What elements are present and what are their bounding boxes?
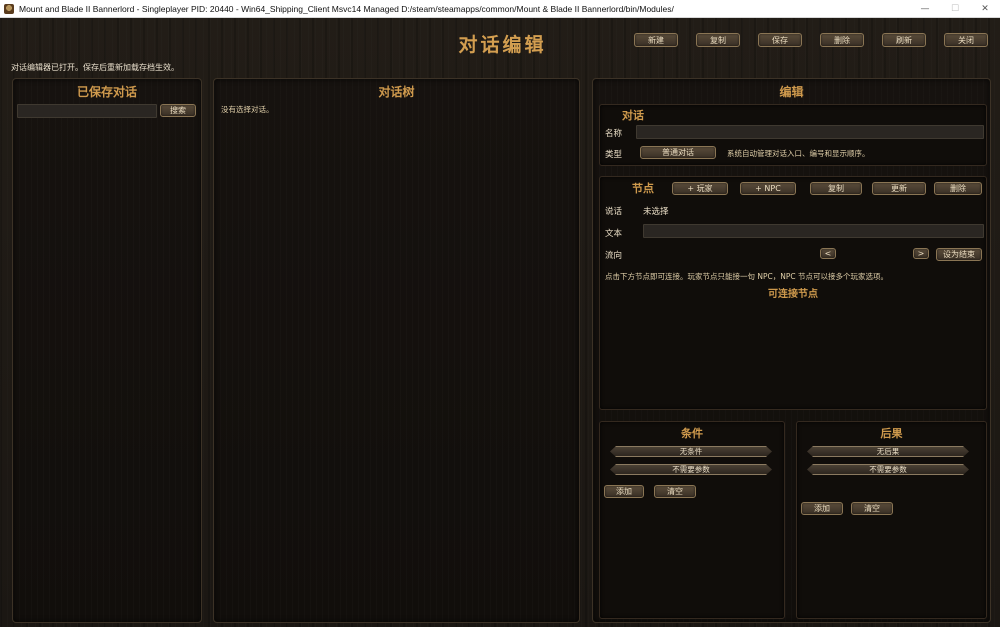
flow-prev-button[interactable]: < [820, 248, 836, 259]
consequence-param-select[interactable]: 不需要参数 [807, 464, 969, 475]
app-icon [4, 3, 14, 14]
add-player-button[interactable]: + 玩家 [672, 182, 728, 195]
dialogue-tree-panel: 对话树 没有选择对话。 [213, 78, 580, 623]
new-button[interactable]: 新建 [634, 33, 678, 47]
set-end-button[interactable]: 设为结束 [936, 248, 982, 261]
speaker-value: 未选择 [643, 207, 669, 217]
connectable-nodes-title: 可连接节点 [768, 289, 818, 300]
speaker-label: 说话 [605, 207, 623, 217]
flow-label: 流向 [605, 251, 623, 261]
page-title: 对话编辑 [458, 34, 547, 56]
add-consequence-button[interactable]: 添加 [801, 502, 843, 515]
consequences-section: 后果 无后果 不需要参数 添加 清空 [796, 421, 987, 619]
delete-node-button[interactable]: 删除 [934, 182, 982, 195]
search-button[interactable]: 搜索 [160, 104, 196, 117]
close-window-icon[interactable]: ✕ [970, 0, 1000, 18]
close-button[interactable]: 关闭 [944, 33, 988, 47]
copy-button[interactable]: 复制 [696, 33, 740, 47]
node-help-text: 点击下方节点即可连接。玩家节点只能接一句 NPC，NPC 节点可以接多个玩家选项… [605, 272, 889, 281]
name-label: 名称 [605, 129, 623, 139]
saved-dialogues-heading: 已保存对话 [76, 85, 137, 99]
delete-button[interactable]: 删除 [820, 33, 864, 47]
saved-dialogues-panel: 已保存对话 搜索 [12, 78, 202, 623]
window-title: Mount and Blade II Bannerlord - Singlepl… [19, 3, 674, 14]
text-input[interactable] [643, 224, 984, 238]
minimize-icon[interactable]: — [910, 0, 940, 18]
text-label: 文本 [605, 229, 623, 239]
type-hint: 系统自动管理对话入口、编号和显示顺序。 [727, 149, 870, 158]
save-button[interactable]: 保存 [758, 33, 802, 47]
condition-select[interactable]: 无条件 [610, 446, 772, 457]
clear-consequences-button[interactable]: 清空 [851, 502, 893, 515]
condition-param-select[interactable]: 不需要参数 [610, 464, 772, 475]
consequences-title: 后果 [880, 427, 903, 440]
copy-node-button[interactable]: 复制 [810, 182, 862, 195]
conditions-section: 条件 无条件 不需要参数 添加 清空 [599, 421, 785, 619]
node-section-title: 节点 [632, 182, 654, 195]
node-section: 节点 + 玩家 + NPC 复制 更新 删除 说话 未选择 文本 流向 < > … [599, 176, 987, 410]
type-select[interactable]: 普通对话 [640, 146, 716, 159]
flow-next-button[interactable]: > [913, 248, 929, 259]
add-condition-button[interactable]: 添加 [604, 485, 644, 498]
consequence-select[interactable]: 无后果 [807, 446, 969, 457]
window-controls: — ☐ ✕ [910, 0, 1000, 18]
dialogue-tree-heading: 对话树 [378, 85, 415, 99]
clear-conditions-button[interactable]: 清空 [654, 485, 696, 498]
type-label: 类型 [605, 150, 623, 160]
search-input[interactable] [17, 104, 157, 118]
tree-empty-text: 没有选择对话。 [221, 105, 274, 114]
add-npc-button[interactable]: + NPC [740, 182, 796, 195]
update-node-button[interactable]: 更新 [872, 182, 926, 195]
top-toolbar: 新建 复制 保存 删除 刷新 关闭 [634, 33, 988, 47]
name-input[interactable] [636, 125, 984, 139]
dialogue-section: 对话 名称 类型 普通对话 系统自动管理对话入口、编号和显示顺序。 [599, 104, 987, 166]
edit-panel: 编辑 对话 名称 类型 普通对话 系统自动管理对话入口、编号和显示顺序。 节点 … [592, 78, 991, 623]
window-titlebar: Mount and Blade II Bannerlord - Singlepl… [0, 0, 1000, 18]
dialogue-section-title: 对话 [622, 109, 644, 122]
edit-heading: 编辑 [779, 85, 804, 99]
conditions-title: 条件 [681, 427, 703, 440]
refresh-button[interactable]: 刷新 [882, 33, 926, 47]
status-message: 对话编辑器已打开。保存后重新加载存档生效。 [11, 63, 179, 72]
maximize-icon[interactable]: ☐ [940, 0, 970, 18]
